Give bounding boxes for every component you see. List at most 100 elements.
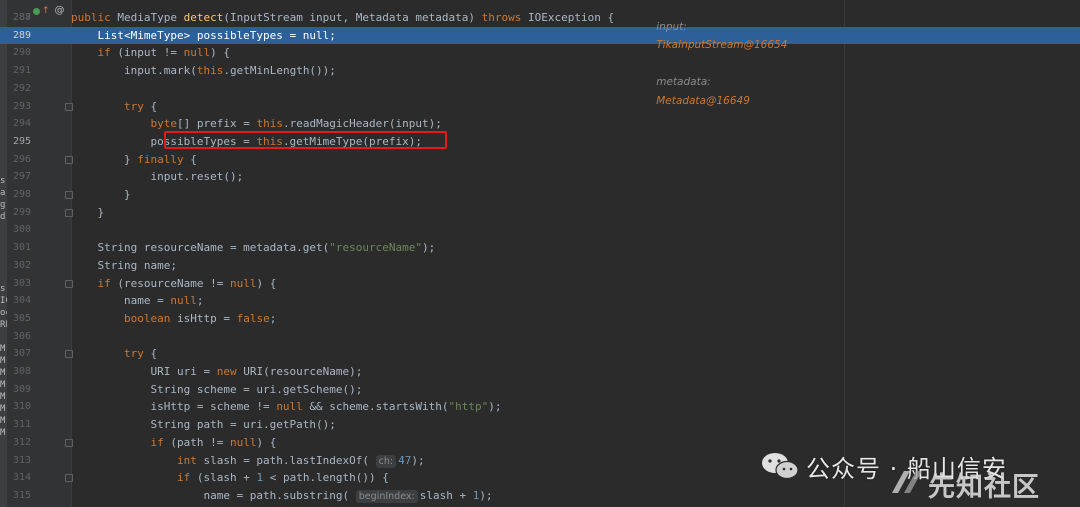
line-number[interactable]: 296 [7, 151, 31, 169]
code-token: throws [481, 11, 528, 24]
code-line[interactable]: 308 URI uri = new URI(resourceName); [0, 363, 1080, 381]
line-number[interactable]: 304 [7, 292, 31, 310]
line-number[interactable]: 295 [7, 133, 31, 151]
code-line[interactable]: 307 try { [0, 345, 1080, 363]
code-line[interactable]: 310 isHttp = scheme != null && scheme.st… [0, 398, 1080, 416]
code-line[interactable]: 302 String name; [0, 257, 1080, 275]
code-text: String name; [71, 257, 176, 275]
code-text: input.mark(this.getMinLength()); [71, 62, 336, 80]
code-line[interactable]: 304 name = null; [0, 292, 1080, 310]
code-token: slash = path.lastIndexOf( [203, 453, 376, 467]
code-token: 47 [398, 453, 412, 467]
code-text: isHttp = scheme != null && scheme.starts… [71, 398, 501, 416]
code-token: ); [479, 488, 493, 502]
code-text: try { [71, 345, 157, 363]
line-number[interactable]: 308 [7, 363, 31, 381]
line-number[interactable]: 291 [7, 62, 31, 80]
code-token: ); [411, 453, 425, 467]
code-token: isHttp = scheme != [71, 400, 277, 414]
line-number[interactable]: 312 [7, 434, 31, 452]
code-line[interactable]: 305 boolean isHttp = false; [0, 310, 1080, 328]
code-text: boolean isHttp = false; [71, 310, 276, 328]
line-number[interactable]: 309 [7, 381, 31, 399]
code-line[interactable]: 301 String resourceName = metadata.get("… [0, 239, 1080, 257]
code-line[interactable]: 294 byte[] prefix = this.readMagicHeader… [0, 115, 1080, 133]
code-token: (input != [117, 46, 184, 60]
line-number[interactable]: 303 [7, 275, 31, 293]
line-number[interactable]: 298 [7, 186, 31, 204]
code-token: (slash + [196, 471, 257, 485]
code-token: new [216, 365, 244, 378]
code-token: (resourceName != [117, 276, 230, 290]
code-token: isHttp = [176, 311, 237, 325]
code-line[interactable]: 298 } [0, 186, 1080, 204]
line-number[interactable]: 300 [7, 221, 31, 239]
code-line[interactable]: 311 String path = uri.getPath(); [0, 416, 1080, 434]
code-line[interactable]: 293 try { [0, 98, 1080, 116]
code-line[interactable]: 309 String scheme = uri.getScheme(); [0, 381, 1080, 399]
line-number[interactable]: 306 [7, 328, 31, 346]
debug-metadata-value: Metadata@16649 [656, 94, 750, 107]
code-token: ; [269, 311, 277, 325]
watermark: 公众号 · 船山信安 先知社区 [760, 445, 1075, 503]
code-line[interactable]: 296 } finally { [0, 151, 1080, 169]
code-token: finally [137, 152, 191, 166]
code-token: detect [183, 11, 224, 24]
code-token: List<MimeType> possibleTypes = [71, 28, 303, 42]
line-number[interactable]: 311 [7, 416, 31, 434]
gutter-icons: ↑ @ [33, 5, 65, 17]
line-number[interactable]: 313 [7, 452, 31, 470]
code-token: null [183, 46, 211, 60]
line-number[interactable]: 290 [7, 44, 31, 62]
line-number[interactable]: 310 [7, 398, 31, 416]
code-token: public [71, 11, 118, 24]
line-number[interactable]: 314 [7, 469, 31, 487]
code-line[interactable]: 299 } [0, 204, 1080, 222]
code-line[interactable]: 297 input.reset(); [0, 168, 1080, 186]
code-text: name = path.substring( beginIndex: slash … [71, 487, 493, 505]
code-line[interactable]: 292 [0, 80, 1080, 98]
debug-input-label: input: [656, 20, 687, 33]
line-number[interactable]: 302 [7, 257, 31, 275]
implements-arrow-icon[interactable]: ↑ [42, 6, 50, 16]
watermark-site-text: 先知社区 [928, 472, 1040, 503]
line-number[interactable]: 289 [7, 27, 31, 45]
code-token: ) { [256, 435, 277, 449]
line-number[interactable]: 288 [7, 9, 31, 27]
code-line[interactable]: 290 if (input != null) { [0, 44, 1080, 62]
code-line[interactable]: 303 if (resourceName != null) { [0, 275, 1080, 293]
line-number[interactable]: 294 [7, 115, 31, 133]
code-line-execution-point[interactable]: 289 List<MimeType> possibleTypes = null; [0, 26, 1080, 45]
code-line[interactable]: 306 [0, 328, 1080, 346]
code-text: List<MimeType> possibleTypes = null; [71, 27, 336, 45]
code-token: ; [329, 28, 336, 42]
line-number[interactable]: 297 [7, 168, 31, 186]
code-token: if [71, 435, 171, 449]
code-token: (path != [170, 435, 230, 449]
line-number[interactable]: 301 [7, 239, 31, 257]
line-number[interactable]: 299 [7, 204, 31, 222]
code-token: .readMagicHeader(input); [282, 117, 442, 131]
line-number[interactable]: 307 [7, 345, 31, 363]
override-icon[interactable] [33, 7, 40, 15]
code-token: if [71, 471, 197, 485]
code-line[interactable]: 300 [0, 221, 1080, 239]
line-number[interactable]: 305 [7, 310, 31, 328]
code-token: && scheme.startsWith( [309, 400, 449, 414]
code-token: if [71, 46, 118, 60]
code-token: IOException { [527, 11, 615, 24]
code-token: { [150, 347, 158, 361]
code-line[interactable]: 291 input.mark(this.getMinLength()); [0, 62, 1080, 80]
code-line[interactable]: 295 possibleTypes = this.getMimeType(pre… [0, 133, 1080, 151]
code-token: boolean [71, 311, 177, 325]
annotation-icon[interactable]: @ [55, 6, 65, 16]
code-line[interactable]: 288 public MediaType detect(InputStream i… [0, 9, 1080, 27]
line-number[interactable]: 315 [7, 487, 31, 505]
debug-input-value: TikaInputStream@16654 [656, 39, 788, 52]
code-token: ) { [256, 276, 277, 290]
line-number[interactable]: 293 [7, 98, 31, 116]
line-number[interactable]: 292 [7, 80, 31, 98]
code-token: MediaType [117, 11, 184, 24]
code-text: String path = uri.getPath(); [71, 416, 335, 434]
code-token: String scheme = uri.getScheme(); [71, 382, 363, 396]
